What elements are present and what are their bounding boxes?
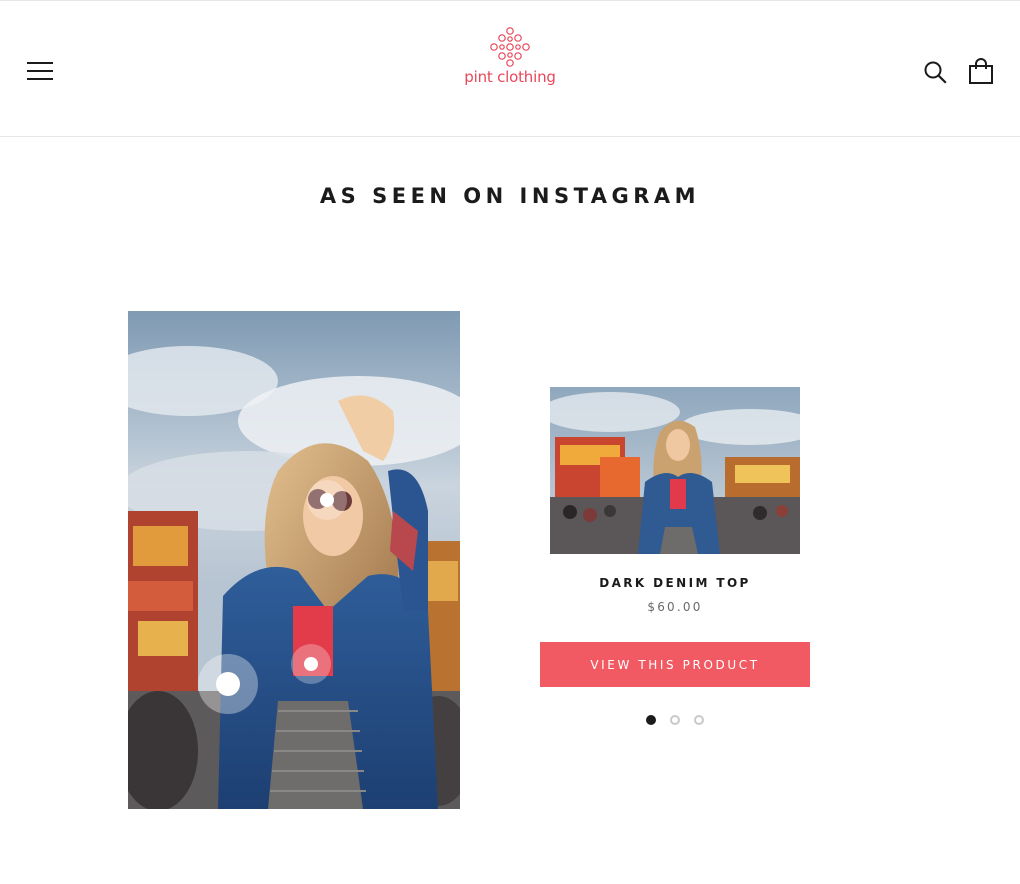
lookbook-image (128, 311, 460, 809)
section-title: AS SEEN ON INSTAGRAM (319, 184, 701, 208)
logo-text: pint clothing (464, 68, 556, 86)
lookbook-hotspot-active[interactable] (198, 654, 258, 714)
menu-button[interactable] (27, 62, 53, 80)
product-price: $60.00 (647, 600, 703, 614)
cart-button[interactable] (968, 58, 994, 84)
hamburger-menu-icon (27, 62, 53, 64)
carousel-dot[interactable] (694, 715, 704, 725)
lookbook-photo (128, 311, 460, 809)
product-photo (550, 387, 800, 554)
search-icon (924, 61, 947, 84)
lookbook-hotspot[interactable] (291, 644, 331, 684)
carousel-dot[interactable] (670, 715, 680, 725)
search-button[interactable] (923, 60, 947, 84)
view-product-button[interactable]: VIEW THIS PRODUCT (540, 642, 810, 687)
brand-logo[interactable]: pint clothing (455, 27, 565, 97)
shopping-bag-icon (969, 58, 993, 84)
site-header: pint clothing (0, 1, 1020, 137)
product-image[interactable] (550, 387, 800, 554)
logo-mark-icon (490, 27, 530, 67)
product-title[interactable]: DARK DENIM TOP (540, 576, 810, 590)
lookbook-hotspot[interactable] (307, 480, 347, 520)
carousel-dot-active[interactable] (646, 715, 656, 725)
carousel-pagination (645, 715, 705, 725)
